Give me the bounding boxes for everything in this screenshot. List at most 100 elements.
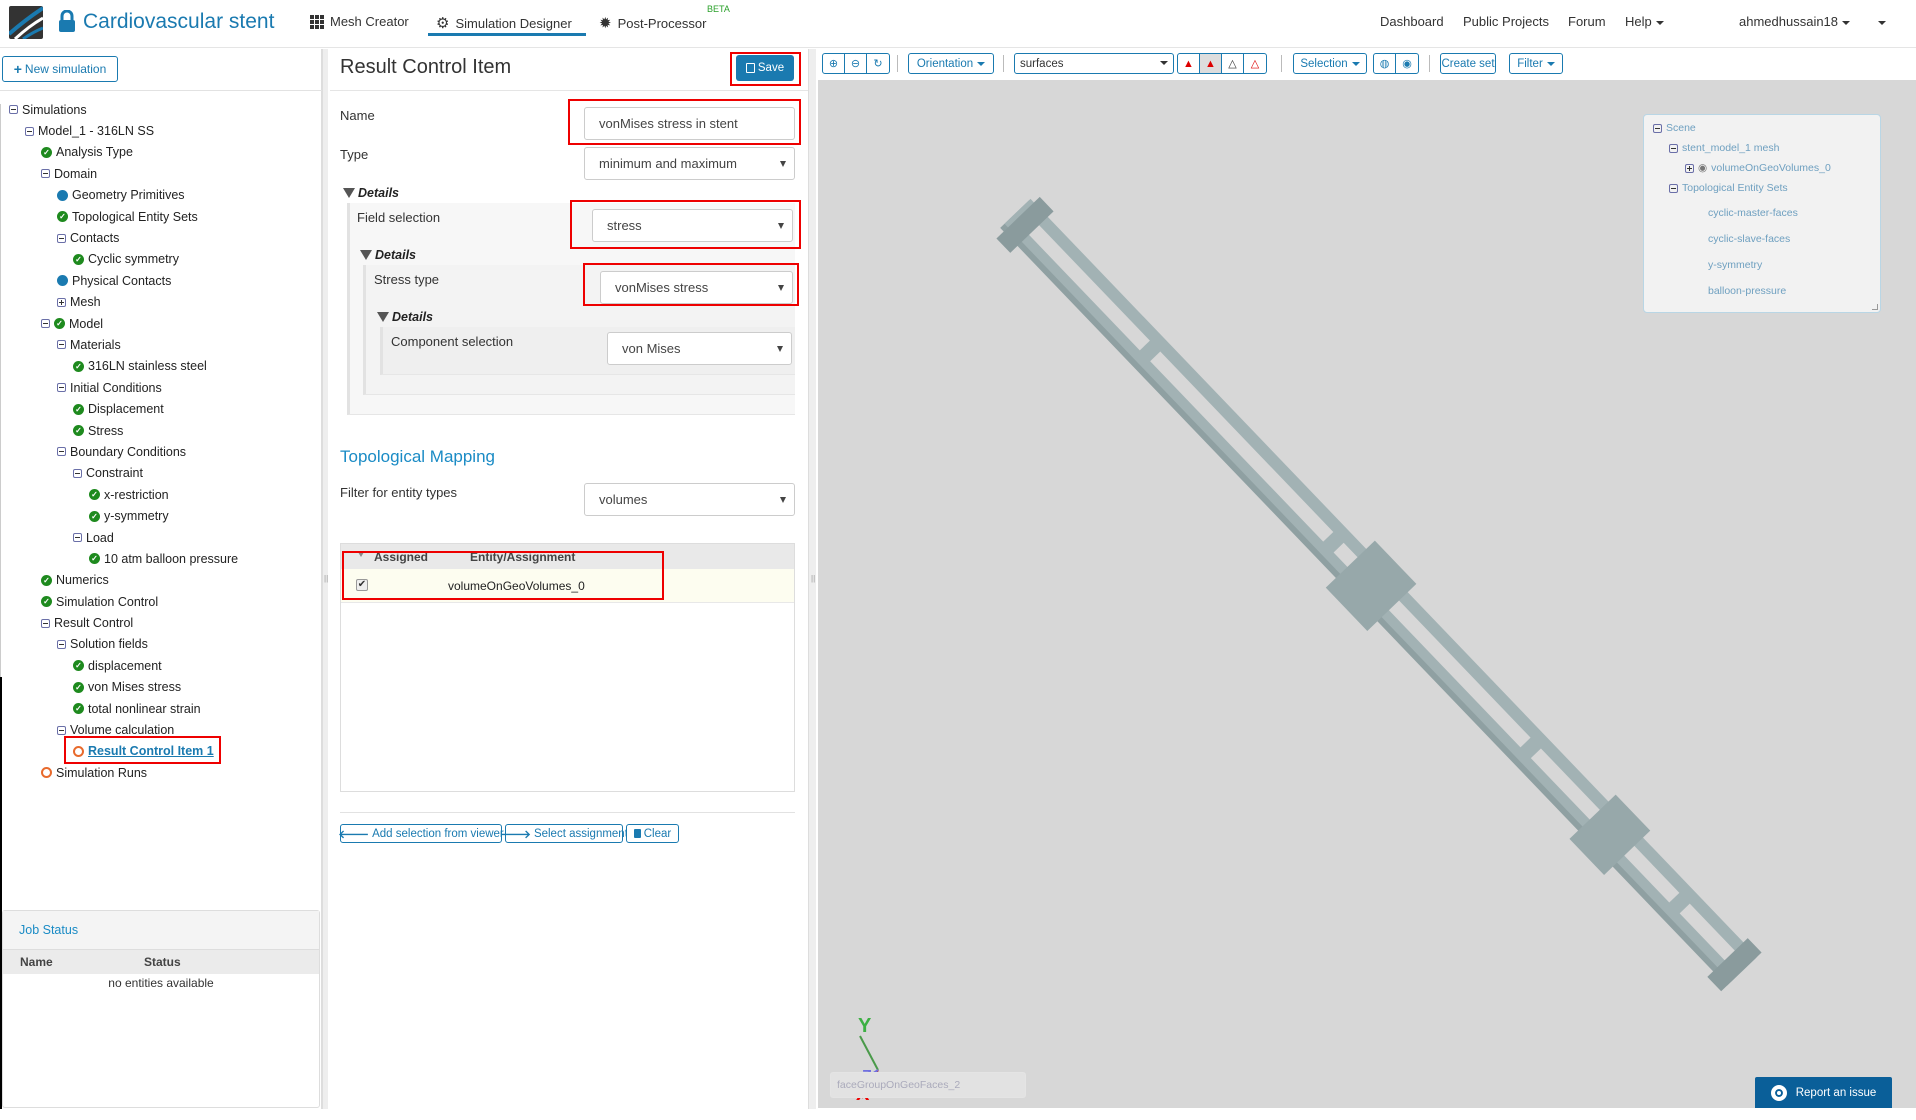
name-input[interactable]: vonMises stress in stent	[584, 107, 795, 140]
collapse-icon[interactable]	[57, 447, 66, 457]
tree-node[interactable]: Load	[0, 527, 320, 548]
table-row[interactable]: ✔ volumeOnGeoVolumes_0	[341, 569, 794, 603]
entity-filter-select[interactable]: volumes	[584, 483, 795, 516]
app-logo[interactable]	[9, 6, 43, 39]
select-assignment-button[interactable]: 🡒 Select assignment	[500, 824, 628, 843]
nav-help[interactable]: Help	[1625, 14, 1664, 29]
scene-set-item[interactable]: cyclic-slave-faces	[1708, 233, 1790, 245]
details-toggle[interactable]: Details	[343, 186, 399, 200]
tree-node[interactable]: ✓ Stress	[0, 420, 320, 441]
collapse-icon[interactable]	[41, 319, 50, 329]
tree-node[interactable]: Result Control Item 1	[0, 741, 320, 762]
collapse-icon[interactable]	[1653, 123, 1662, 133]
tree-node[interactable]: ✓ x-restriction	[0, 484, 320, 505]
column-assigned[interactable]: Assigned	[374, 550, 428, 564]
scene-set-item[interactable]: y-symmetry	[1708, 259, 1762, 271]
solid-edges-triangle-icon[interactable]: ▲	[1200, 54, 1222, 73]
column-entity[interactable]: Entity/Assignment	[470, 550, 575, 564]
selection-dropdown[interactable]: Selection	[1293, 53, 1367, 74]
save-button[interactable]: Save	[736, 55, 794, 81]
collapse-icon[interactable]	[57, 383, 66, 393]
wireframe-triangle-icon[interactable]: △	[1222, 54, 1244, 73]
new-simulation-button[interactable]: + New simulation	[2, 56, 118, 82]
type-select[interactable]: minimum and maximum	[584, 147, 795, 180]
tree-node[interactable]: Domain	[0, 163, 320, 184]
tree-node[interactable]: ✓ 316LN stainless steel	[0, 356, 320, 377]
nav-mesh-creator[interactable]: Mesh Creator	[310, 14, 409, 29]
scene-set-item[interactable]: balloon-pressure	[1708, 285, 1786, 297]
expand-icon[interactable]	[1685, 163, 1694, 173]
user-menu[interactable]: ahmedhussain18	[1739, 14, 1851, 29]
tree-node[interactable]: Initial Conditions	[0, 377, 320, 398]
scene-root[interactable]: Scene	[1653, 122, 1696, 134]
collapse-icon[interactable]	[73, 468, 82, 478]
column-name[interactable]: Name	[20, 955, 53, 969]
tree-node[interactable]: Boundary Conditions	[0, 441, 320, 462]
collapse-icon[interactable]	[57, 639, 66, 649]
extra-menu[interactable]	[1874, 14, 1886, 29]
expand-icon[interactable]	[57, 297, 66, 307]
zoom-in-icon[interactable]: ⊕	[823, 54, 845, 73]
scene-mesh[interactable]: stent_model_1 mesh	[1669, 142, 1779, 154]
collapse-icon[interactable]	[73, 533, 82, 542]
solid-triangle-icon[interactable]: ▲	[1178, 54, 1200, 73]
create-set-button[interactable]: Create set	[1440, 53, 1496, 74]
tree-node[interactable]: ✓ Cyclic symmetry	[0, 249, 320, 270]
nav-simulation-designer[interactable]: ⚙ Simulation Designer	[436, 14, 572, 32]
field-selection-select[interactable]: stress	[592, 209, 793, 242]
eye-slash-icon[interactable]: ◍	[1374, 54, 1396, 73]
right-splitter[interactable]: ||	[808, 49, 816, 1109]
tree-node[interactable]: Constraint	[0, 463, 320, 484]
tree-node[interactable]: ✓ displacement	[0, 655, 320, 676]
nav-forum[interactable]: Forum	[1568, 14, 1606, 29]
tree-node[interactable]: ✓ Analysis Type	[0, 142, 320, 163]
collapse-icon[interactable]	[25, 126, 34, 136]
collapse-icon[interactable]	[57, 725, 66, 735]
column-status[interactable]: Status	[144, 955, 181, 969]
tree-node[interactable]: ✓ total nonlinear strain	[0, 698, 320, 719]
filter-dropdown[interactable]: Filter	[1509, 53, 1563, 74]
tree-node[interactable]: ✓ Displacement	[0, 398, 320, 419]
scene-sets[interactable]: Topological Entity Sets	[1669, 182, 1788, 194]
tree-node[interactable]: Model_1 - 316LN SS	[0, 120, 320, 141]
clear-button[interactable]: Clear	[626, 824, 679, 843]
project-title[interactable]: Cardiovascular stent	[83, 10, 274, 34]
tree-node[interactable]: Simulations	[0, 99, 320, 120]
eye-icon[interactable]: ◉	[1396, 54, 1418, 73]
zoom-out-icon[interactable]: ⊖	[845, 54, 867, 73]
component-select[interactable]: von Mises	[607, 332, 792, 365]
scene-set-item[interactable]: cyclic-master-faces	[1708, 207, 1798, 219]
tree-node[interactable]: ✓ Simulation Control	[0, 591, 320, 612]
orientation-dropdown[interactable]: Orientation	[908, 53, 994, 74]
tree-node[interactable]: ✓ Model	[0, 313, 320, 334]
collapse-icon[interactable]	[57, 340, 66, 350]
tree-node[interactable]: Solution fields	[0, 634, 320, 655]
nav-post-processor[interactable]: ✹ Post-Processor	[599, 14, 706, 32]
tree-node[interactable]: ✓ Topological Entity Sets	[0, 206, 320, 227]
tree-node[interactable]: ✓ von Mises stress	[0, 677, 320, 698]
collapse-icon[interactable]	[9, 105, 18, 115]
collapse-icon[interactable]	[41, 618, 50, 628]
reset-view-icon[interactable]: ↻	[867, 54, 889, 73]
collapse-icon[interactable]	[1669, 183, 1678, 193]
collapse-icon[interactable]	[41, 169, 50, 179]
assigned-checkbox[interactable]: ✔	[356, 579, 368, 591]
tree-node[interactable]: Simulation Runs	[0, 762, 320, 783]
collapse-icon[interactable]	[1669, 143, 1678, 153]
stress-type-select[interactable]: vonMises stress	[600, 271, 793, 304]
collapse-icon[interactable]	[57, 233, 66, 243]
tree-node[interactable]: Result Control	[0, 612, 320, 633]
tree-node[interactable]: Contacts	[0, 227, 320, 248]
nav-dashboard[interactable]: Dashboard	[1380, 14, 1444, 29]
tree-node[interactable]: ✓ 10 atm balloon pressure	[0, 548, 320, 569]
resize-handle-icon[interactable]	[1872, 304, 1878, 310]
tree-node[interactable]: Geometry Primitives	[0, 185, 320, 206]
add-selection-from-viewer-button[interactable]: 🡐 Add selection from viewer	[338, 824, 504, 843]
hover-entity-field[interactable]: faceGroupOnGeoFaces_2	[830, 1072, 1026, 1098]
details-toggle[interactable]: Details	[377, 310, 433, 324]
highlight-triangle-icon[interactable]: △	[1244, 54, 1266, 73]
nav-public-projects[interactable]: Public Projects	[1463, 14, 1549, 29]
tree-node[interactable]: Physical Contacts	[0, 270, 320, 291]
scene-volume[interactable]: ◉ volumeOnGeoVolumes_0	[1685, 162, 1831, 174]
report-issue-button[interactable]: Report an issue	[1755, 1077, 1892, 1108]
